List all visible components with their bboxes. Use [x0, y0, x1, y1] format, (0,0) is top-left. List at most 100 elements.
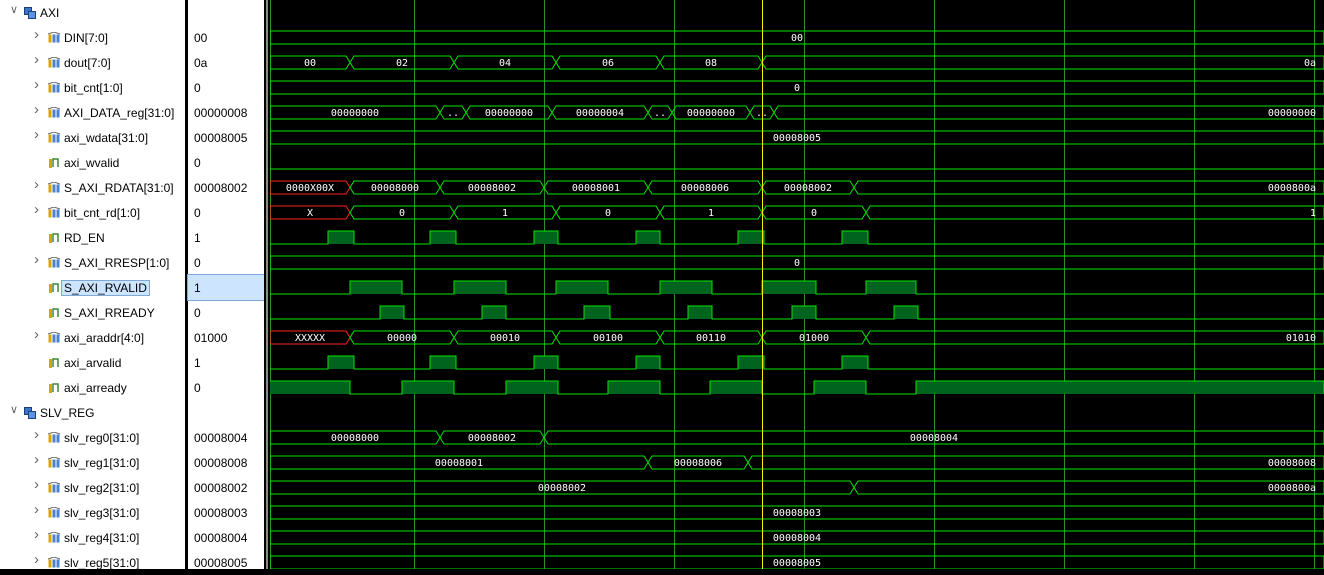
signal-value-cell[interactable]: 00008002 [188, 475, 264, 500]
chevron-right-icon[interactable]: › [34, 551, 39, 568]
wave-slv-reg0-31-0-[interactable]: 00008000 00008002 00008004 [269, 430, 1324, 445]
signal-row-axi-arvalid[interactable]: axi_arvalid [0, 350, 185, 375]
signal-row-axi-arready[interactable]: axi_arready [0, 375, 185, 400]
signal-name[interactable]: S_AXI_RDATA[31:0] [64, 181, 174, 195]
chevron-right-icon[interactable]: › [34, 476, 39, 493]
signal-value-cell[interactable]: 00008002 [188, 175, 264, 200]
signal-row-axi-wvalid[interactable]: axi_wvalid [0, 150, 185, 175]
signal-value-cell[interactable] [188, 400, 264, 425]
signal-value-cell[interactable]: 1 [188, 225, 264, 250]
signal-row-s-axi-rvalid[interactable]: S_AXI_RVALID [0, 275, 185, 300]
signal-name[interactable]: axi_wdata[31:0] [64, 131, 148, 145]
signal-name[interactable]: dout[7:0] [64, 56, 111, 70]
signal-name[interactable]: AXI_DATA_reg[31:0] [64, 106, 174, 120]
wave-s-axi-rresp-1-0-[interactable]: 0 [269, 255, 1324, 270]
signal-row-slv-reg2-31-0-[interactable]: › slv_reg2[31:0] [0, 475, 185, 500]
signal-value-cell[interactable]: 00 [188, 25, 264, 50]
signal-value-cell[interactable]: 00008005 [188, 550, 264, 575]
wave-s-axi-rready[interactable] [270, 305, 1324, 320]
signal-name[interactable]: AXI [40, 6, 59, 20]
signal-name[interactable]: slv_reg1[31:0] [64, 456, 139, 470]
chevron-right-icon[interactable]: › [34, 51, 39, 68]
signal-name[interactable]: slv_reg0[31:0] [64, 431, 139, 445]
wave-slv-reg3-31-0-[interactable]: 00008003 [269, 505, 1324, 520]
signal-value-cell[interactable]: 0 [188, 375, 264, 400]
signal-value-cell[interactable]: 00008003 [188, 500, 264, 525]
wave-din-7-0-[interactable]: 00 [269, 30, 1324, 45]
signal-name[interactable]: axi_araddr[4:0] [64, 331, 144, 345]
chevron-right-icon[interactable]: › [34, 326, 39, 343]
signal-name[interactable]: S_AXI_RRESP[1:0] [64, 256, 169, 270]
signal-value-cell[interactable]: 1 [187, 274, 265, 301]
signal-row-s-axi-rresp-1-0-[interactable]: › S_AXI_RRESP[1:0] [0, 250, 185, 275]
signal-value-cell[interactable]: 00008004 [188, 525, 264, 550]
wave-rd-en[interactable] [270, 230, 1324, 245]
signal-row-bit-cnt-rd-1-0-[interactable]: › bit_cnt_rd[1:0] [0, 200, 185, 225]
signal-value-cell[interactable]: 00000008 [188, 100, 264, 125]
chevron-right-icon[interactable]: › [34, 526, 39, 543]
wave-bit-cnt-rd-1-0-[interactable]: X 0 1 0 1 0 1 [269, 205, 1324, 220]
chevron-right-icon[interactable]: › [34, 426, 39, 443]
signal-value-cell[interactable]: 0 [188, 200, 264, 225]
wave-s-axi-rvalid[interactable] [270, 280, 1324, 295]
chevron-right-icon[interactable]: › [34, 126, 39, 143]
signal-name[interactable]: slv_reg4[31:0] [64, 531, 139, 545]
signal-value-cell[interactable] [188, 0, 264, 25]
chevron-right-icon[interactable]: › [34, 251, 39, 268]
signal-row-rd-en[interactable]: RD_EN [0, 225, 185, 250]
wave-axi-wdata-31-0-[interactable]: 00008005 [269, 130, 1324, 145]
signal-row-slv-reg1-31-0-[interactable]: › slv_reg1[31:0] [0, 450, 185, 475]
signal-row-slv-reg0-31-0-[interactable]: › slv_reg0[31:0] [0, 425, 185, 450]
signal-name[interactable]: axi_wvalid [64, 156, 119, 170]
signal-value-cell[interactable]: 0 [188, 150, 264, 175]
signal-row-slv-reg4-31-0-[interactable]: › slv_reg4[31:0] [0, 525, 185, 550]
wave-s-axi-rdata-31-0-[interactable]: 0000X00X 00008000 00008002 00008001 00008006… [269, 180, 1324, 195]
signal-row-din-7-0-[interactable]: › DIN[7:0] [0, 25, 185, 50]
signal-name[interactable]: slv_reg5[31:0] [64, 556, 139, 570]
signal-name[interactable]: slv_reg2[31:0] [64, 481, 139, 495]
signal-name[interactable]: axi_arready [64, 381, 127, 395]
wave-axi-arvalid[interactable] [270, 355, 1324, 370]
chevron-right-icon[interactable]: › [34, 26, 39, 43]
chevron-right-icon[interactable]: › [34, 501, 39, 518]
divider-handle[interactable] [266, 0, 268, 569]
chevron-down-icon[interactable]: ∨ [10, 403, 18, 416]
signal-name[interactable]: S_AXI_RREADY [64, 306, 155, 320]
waveform-canvas[interactable]: 00 00 02 04 06 08 0a 0 00000000.. 00000000 0000000… [269, 0, 1324, 570]
wave-bit-cnt-1-0-[interactable]: 0 [269, 80, 1324, 95]
wave-slv-reg2-31-0-[interactable]: 00008002 0000800a [269, 480, 1324, 495]
signal-name[interactable]: SLV_REG [40, 406, 94, 420]
signal-row-s-axi-rdata-31-0-[interactable]: › S_AXI_RDATA[31:0] [0, 175, 185, 200]
signal-value-cell[interactable]: 00008008 [188, 450, 264, 475]
signal-row-axi-wdata-31-0-[interactable]: › axi_wdata[31:0] [0, 125, 185, 150]
signal-value-cell[interactable]: 0 [188, 75, 264, 100]
waveform-area[interactable]: 00 00 02 04 06 08 0a 0 00000000.. 00000000 0000000… [269, 0, 1324, 570]
signal-value-cell[interactable]: 00008004 [188, 425, 264, 450]
wave-axi-data-reg-31-0-[interactable]: 00000000..0000000000000004..00000000..00… [269, 105, 1324, 120]
signal-row-axi-araddr-4-0-[interactable]: › axi_araddr[4:0] [0, 325, 185, 350]
signal-name[interactable]: RD_EN [64, 231, 105, 245]
signal-row-axi[interactable]: ∨ AXI [0, 0, 185, 25]
chevron-right-icon[interactable]: › [34, 176, 39, 193]
signal-name[interactable]: DIN[7:0] [64, 31, 108, 45]
signal-value-cell[interactable]: 01000 [188, 325, 264, 350]
signal-value-cell[interactable]: 0 [188, 300, 264, 325]
signal-name[interactable]: bit_cnt_rd[1:0] [64, 206, 140, 220]
wave-axi-arready[interactable] [270, 380, 1324, 395]
signal-name[interactable]: axi_arvalid [64, 356, 121, 370]
wave-dout-7-0-[interactable]: 00 02 04 06 08 0a [269, 55, 1324, 70]
signal-row-slv-reg[interactable]: ∨ SLV_REG [0, 400, 185, 425]
wave-axi-araddr-4-0-[interactable]: XXXXX 00000 00010 00100 00110 01000 01010 [269, 330, 1324, 345]
signal-row-slv-reg5-31-0-[interactable]: › slv_reg5[31:0] [0, 550, 185, 575]
chevron-right-icon[interactable]: › [34, 76, 39, 93]
signal-row-bit-cnt-1-0-[interactable]: › bit_cnt[1:0] [0, 75, 185, 100]
chevron-right-icon[interactable]: › [34, 201, 39, 218]
wave-slv-reg1-31-0-[interactable]: 00008001 00008006 00008008 [269, 455, 1324, 470]
chevron-right-icon[interactable]: › [34, 451, 39, 468]
signal-name[interactable]: S_AXI_RVALID [61, 280, 150, 296]
signal-value-cell[interactable]: 1 [188, 350, 264, 375]
signal-row-dout-7-0-[interactable]: › dout[7:0] [0, 50, 185, 75]
signal-name[interactable]: slv_reg3[31:0] [64, 506, 139, 520]
signal-value-cell[interactable]: 0 [188, 250, 264, 275]
chevron-down-icon[interactable]: ∨ [10, 3, 18, 16]
